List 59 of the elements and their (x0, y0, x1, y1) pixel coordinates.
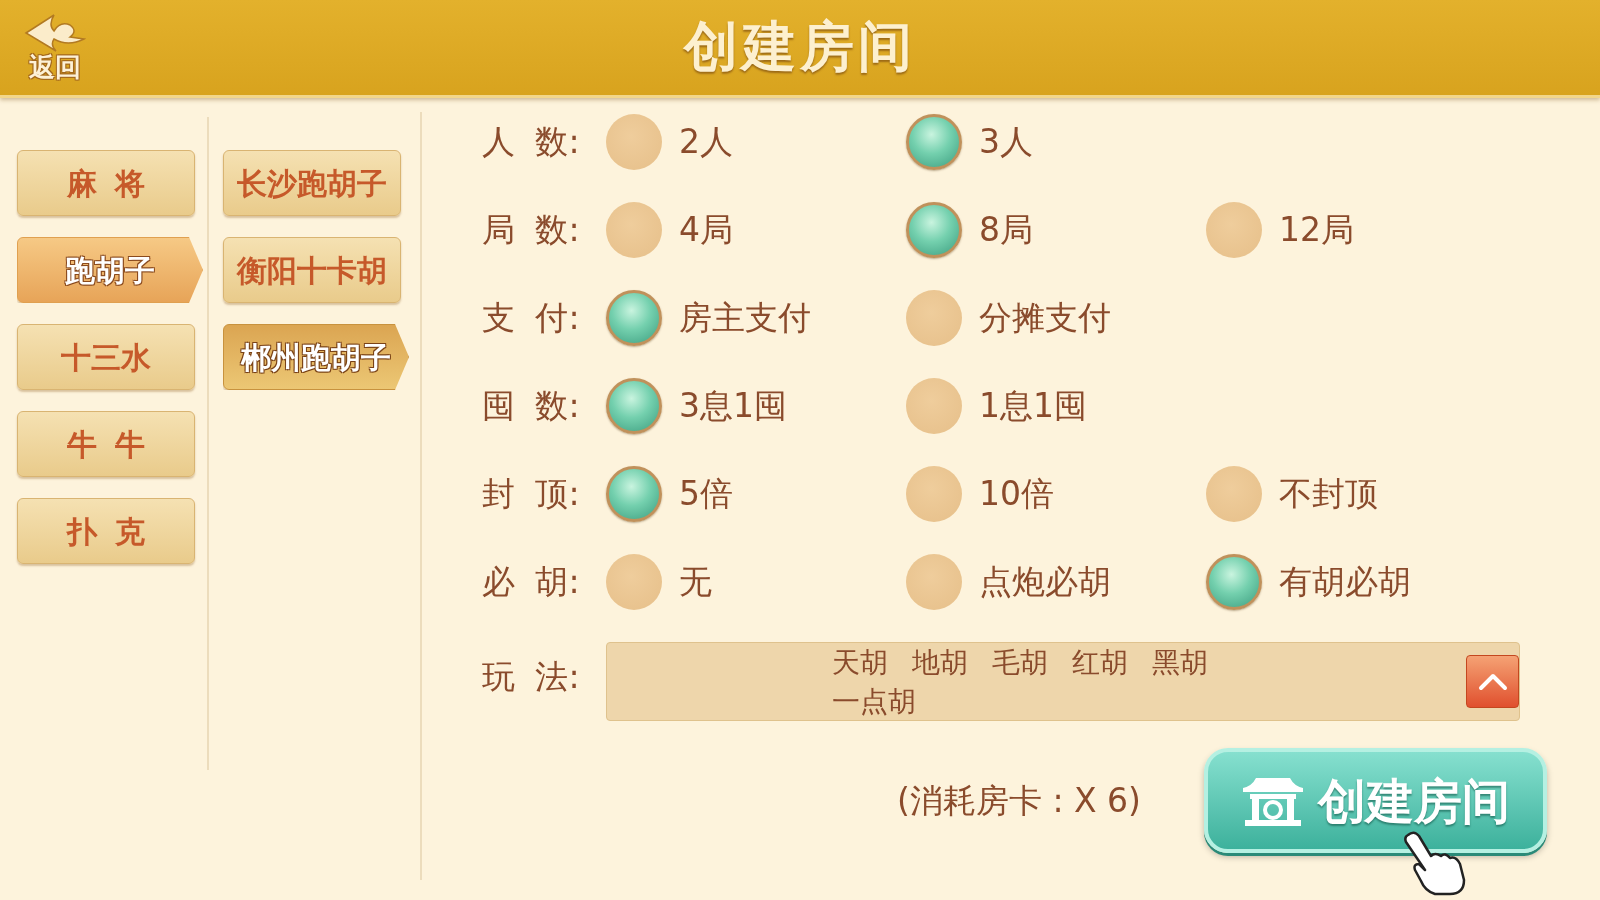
chevron-up-icon (1477, 672, 1508, 691)
choice-label: 房主支付 (679, 297, 811, 340)
choice-label: 不封顶 (1279, 473, 1378, 516)
radio-button[interactable] (906, 378, 962, 434)
game-category-tab[interactable]: 扑 克 (17, 498, 195, 564)
choice-label: 12局 (1279, 209, 1354, 252)
radio-button[interactable] (906, 202, 962, 258)
choice-label: 10倍 (979, 473, 1054, 516)
game-variant-tab[interactable]: 衡阳十卡胡 (223, 237, 401, 303)
collapse-button[interactable] (1466, 655, 1519, 708)
game-category-tab[interactable]: 跑胡子 (17, 237, 203, 303)
radio-button[interactable] (906, 554, 962, 610)
radio-button[interactable] (606, 378, 662, 434)
option-label: 玩 法: (482, 656, 581, 698)
option-label: 囤 数: (482, 385, 581, 428)
hand-pointer-icon (1402, 830, 1468, 896)
choice-label: 3息1囤 (679, 385, 787, 428)
rule-text: 地胡 (911, 645, 968, 681)
choice-label: 无 (679, 561, 712, 604)
back-arrow-icon (24, 13, 86, 54)
choice-label: 分摊支付 (979, 297, 1111, 340)
rule-text: 天胡 (831, 645, 888, 681)
radio-button[interactable] (606, 290, 662, 346)
radio-button[interactable] (1206, 554, 1262, 610)
radio-button[interactable] (606, 202, 662, 258)
radio-button[interactable] (906, 290, 962, 346)
rule-text: 一点胡 (831, 684, 916, 720)
radio-button[interactable] (606, 114, 662, 170)
choice-label: 1息1囤 (979, 385, 1087, 428)
choice-label: 8局 (979, 209, 1033, 252)
cost-note: (消耗房卡 : X 6) (897, 779, 1141, 822)
game-category-tab[interactable]: 十三水 (17, 324, 195, 390)
back-button[interactable]: 返回 (24, 13, 86, 82)
rule-text: 红胡 (1071, 645, 1128, 681)
choice-label: 3人 (979, 121, 1033, 164)
option-label: 人 数: (482, 121, 581, 164)
game-variant-tab[interactable]: 郴州跑胡子 (223, 324, 409, 390)
radio-button[interactable] (1206, 202, 1262, 258)
page-title: 创建房间 (684, 15, 916, 80)
game-category-tab[interactable]: 牛 牛 (17, 411, 195, 477)
choice-label: 2人 (679, 121, 733, 164)
choice-label: 有胡必胡 (1279, 561, 1411, 604)
option-label: 必 胡: (482, 561, 581, 604)
rule-text: 毛胡 (991, 645, 1048, 681)
option-label: 支 付: (482, 297, 581, 340)
create-room-button[interactable]: 创建房间 (1204, 748, 1547, 853)
option-label: 局 数: (482, 209, 581, 252)
radio-button[interactable] (606, 466, 662, 522)
choice-label: 4局 (679, 209, 733, 252)
radio-button[interactable] (906, 466, 962, 522)
radio-button[interactable] (906, 114, 962, 170)
choice-label: 5倍 (679, 473, 733, 516)
game-variant-tab[interactable]: 长沙跑胡子 (223, 150, 401, 216)
option-label: 封 顶: (482, 473, 581, 516)
radio-button[interactable] (606, 554, 662, 610)
game-category-tab[interactable]: 麻 将 (17, 150, 195, 216)
choice-label: 点炮必胡 (979, 561, 1111, 604)
rule-text: 黑胡 (1151, 645, 1208, 681)
radio-button[interactable] (1206, 466, 1262, 522)
